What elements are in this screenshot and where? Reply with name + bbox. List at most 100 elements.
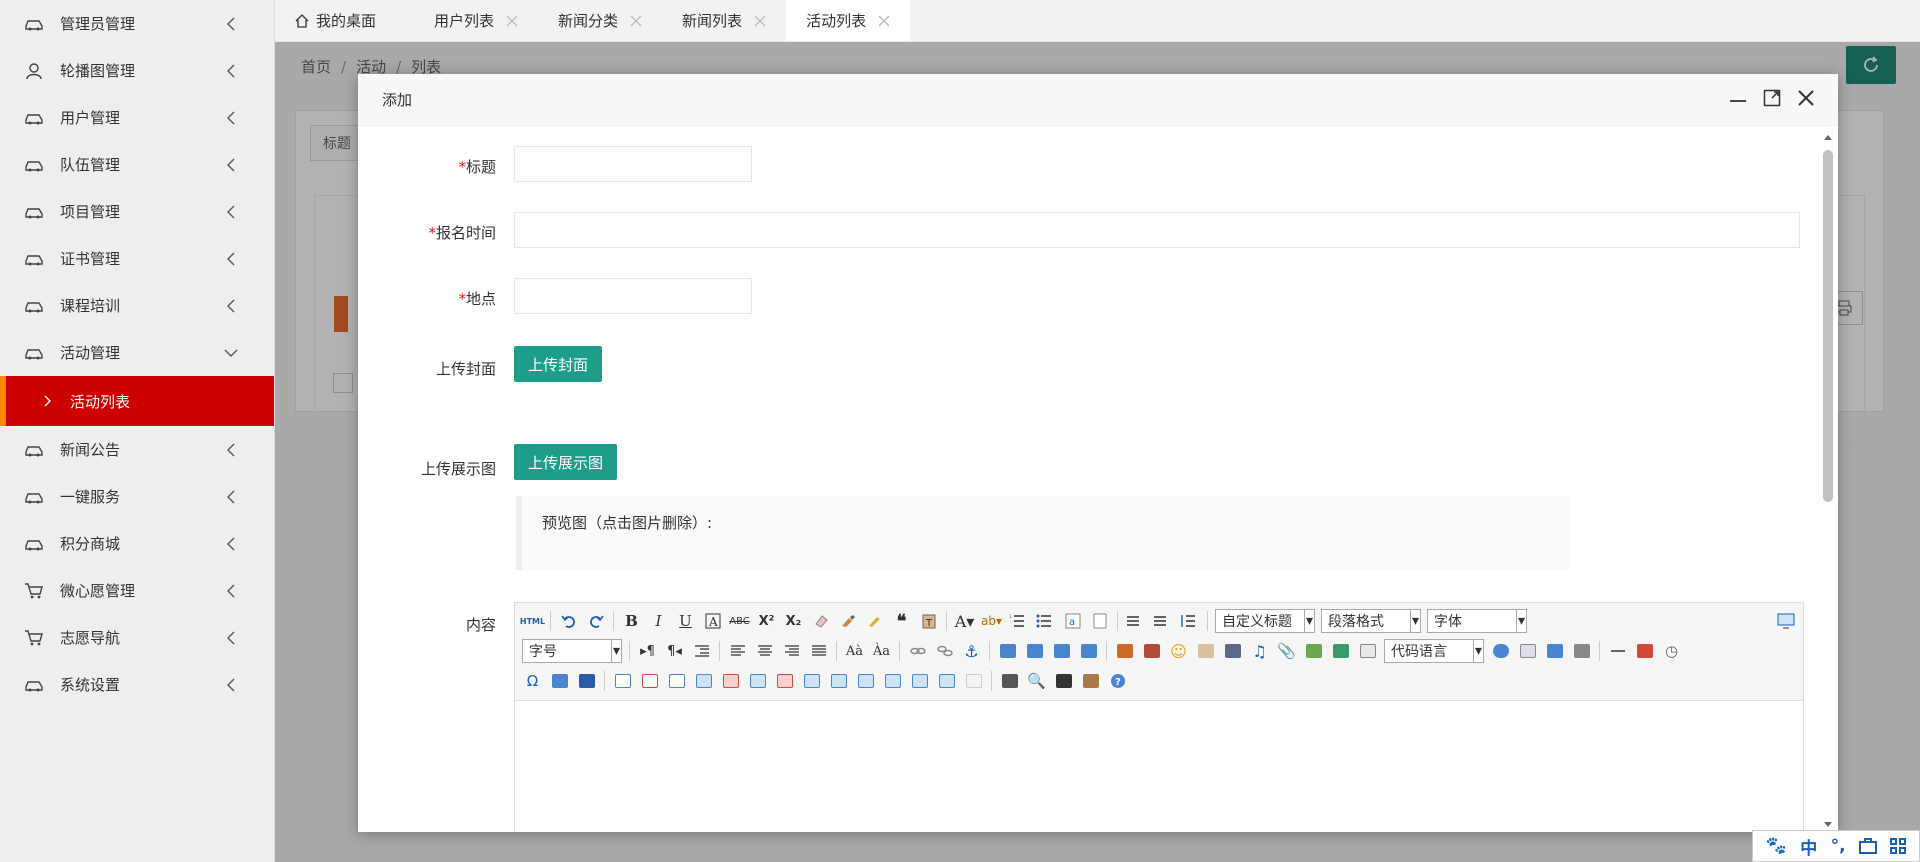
ime-language-toggle[interactable]: 中 [1800, 834, 1817, 859]
blockquote-icon[interactable]: ❝ [888, 609, 915, 633]
maximize-icon[interactable] [1762, 88, 1782, 108]
insert-video-icon[interactable] [1219, 639, 1246, 663]
sidebar-item-3[interactable]: 队伍管理 [0, 141, 274, 188]
ime-punctuation-toggle[interactable]: °, [1831, 836, 1846, 856]
eraser-icon[interactable] [807, 609, 834, 633]
sidebar-item-5[interactable]: 证书管理 [0, 235, 274, 282]
anchor-icon[interactable]: ⚓ [958, 639, 985, 663]
tab-my-desktop[interactable]: 我的桌面 [275, 0, 414, 41]
merge-down-icon[interactable] [852, 669, 879, 693]
fullscreen-icon[interactable] [1772, 609, 1799, 633]
underline-icon[interactable]: U [672, 609, 699, 633]
split-cols-icon[interactable] [933, 669, 960, 693]
format-brush-icon[interactable] [834, 609, 861, 633]
tab-user-list[interactable]: 用户列表 [414, 0, 538, 41]
redo-icon[interactable] [582, 609, 609, 633]
image-none-icon[interactable] [1048, 639, 1075, 663]
search-replace-icon[interactable] [1050, 669, 1077, 693]
sidebar-item-1[interactable]: 轮播图管理 [0, 47, 274, 94]
close-icon[interactable] [754, 15, 766, 27]
sidebar-item-4[interactable]: 项目管理 [0, 188, 274, 235]
align-justify-icon[interactable] [805, 639, 832, 663]
strikethrough-icon[interactable]: ABC [726, 609, 753, 633]
insert-table-icon[interactable] [609, 669, 636, 693]
align-center-icon[interactable] [751, 639, 778, 663]
tab-activity-list[interactable]: 活动列表 [786, 0, 911, 41]
font-border-icon[interactable]: A [699, 609, 726, 633]
scrawl-icon[interactable] [1192, 639, 1219, 663]
minimize-icon[interactable] [1728, 88, 1748, 108]
highlight-color-icon[interactable]: ab▾ [978, 609, 1005, 633]
paragraph-format-select[interactable]: 段落格式 ▾ [1321, 609, 1421, 633]
unordered-list-icon[interactable] [1032, 609, 1059, 633]
page-icon[interactable] [1086, 609, 1113, 633]
emotion-icon[interactable]: ☺ [1165, 639, 1192, 663]
insert-image-icon[interactable] [1138, 639, 1165, 663]
charts-icon[interactable] [960, 669, 987, 693]
music-icon[interactable]: ♫ [1246, 639, 1273, 663]
subscript-icon[interactable]: X₂ [780, 609, 807, 633]
ordered-list-icon[interactable]: 1 [1005, 609, 1032, 633]
insert-frame-icon[interactable] [1354, 639, 1381, 663]
superscript-icon[interactable]: X² [753, 609, 780, 633]
tab-news-category[interactable]: 新闻分类 [538, 0, 662, 41]
grid-menu-icon[interactable] [1890, 838, 1907, 854]
sidebar-item-2[interactable]: 用户管理 [0, 94, 274, 141]
merge-right-icon[interactable] [825, 669, 852, 693]
delete-col-icon[interactable] [771, 669, 798, 693]
font-family-select[interactable]: 字体 ▾ [1427, 609, 1527, 633]
uppercase-icon[interactable]: Aà [841, 639, 868, 663]
scroll-thumb[interactable] [1823, 150, 1833, 502]
row-spacing-top-icon[interactable] [1122, 609, 1149, 633]
sidebar-item-0[interactable]: 管理员管理 [0, 0, 274, 47]
close-icon[interactable] [1796, 88, 1816, 108]
close-icon[interactable] [506, 15, 518, 27]
drafts-icon[interactable] [1077, 669, 1104, 693]
simple-upload-icon[interactable] [1111, 639, 1138, 663]
bold-icon[interactable]: B [618, 609, 645, 633]
anchor-text-icon[interactable]: a [1059, 609, 1086, 633]
help-icon[interactable]: ? [1104, 669, 1131, 693]
attachment-icon[interactable]: 📎 [1273, 639, 1300, 663]
web-app-icon[interactable] [1487, 639, 1514, 663]
editor-content-area[interactable] [515, 701, 1803, 832]
template-icon[interactable] [1541, 639, 1568, 663]
image-center-icon[interactable] [1075, 639, 1102, 663]
lowercase-icon[interactable]: Àa [868, 639, 895, 663]
sidebar-item-13[interactable]: 系统设置 [0, 661, 274, 708]
wordimage-icon[interactable] [546, 669, 573, 693]
indent-icon[interactable] [688, 639, 715, 663]
preview-icon[interactable]: 🔍 [1023, 669, 1050, 693]
row-spacing-bottom-icon[interactable] [1149, 609, 1176, 633]
toolbox-icon[interactable] [1858, 838, 1877, 854]
align-left-icon[interactable] [724, 639, 751, 663]
close-icon[interactable] [878, 15, 890, 27]
time-icon[interactable]: ◷ [1658, 639, 1685, 663]
italic-icon[interactable]: I [645, 609, 672, 633]
rtl-icon[interactable]: ¶◂ [661, 639, 688, 663]
image-left-icon[interactable] [994, 639, 1021, 663]
sidebar-subitem-activity-list[interactable]: 活动列表 [0, 376, 274, 426]
page-break-icon[interactable] [1514, 639, 1541, 663]
split-rows-icon[interactable] [906, 669, 933, 693]
map-icon[interactable] [1300, 639, 1327, 663]
signup-time-input[interactable] [514, 212, 1800, 248]
date-icon[interactable] [1631, 639, 1658, 663]
gmap-icon[interactable] [1327, 639, 1354, 663]
horizontal-rule-icon[interactable] [1604, 639, 1631, 663]
close-icon[interactable] [630, 15, 642, 27]
unlink-icon[interactable] [931, 639, 958, 663]
custom-heading-select[interactable]: 自定义标题 ▾ [1215, 609, 1315, 633]
background-icon[interactable] [1568, 639, 1595, 663]
font-size-select[interactable]: 字号 ▾ [522, 639, 622, 663]
delete-row-icon[interactable] [717, 669, 744, 693]
insert-paragraph-before-table-icon[interactable] [663, 669, 690, 693]
code-language-select[interactable]: 代码语言 ▾ [1384, 639, 1484, 663]
scroll-down-icon[interactable] [1823, 820, 1833, 830]
upload-cover-button[interactable]: 上传封面 [514, 346, 603, 382]
title-input[interactable] [514, 146, 752, 182]
tab-news-list[interactable]: 新闻列表 [662, 0, 786, 41]
paw-icon[interactable]: 🐾 [1766, 836, 1787, 856]
sidebar-item-10[interactable]: 积分商城 [0, 520, 274, 567]
sidebar-item-6[interactable]: 课程培训 [0, 282, 274, 329]
